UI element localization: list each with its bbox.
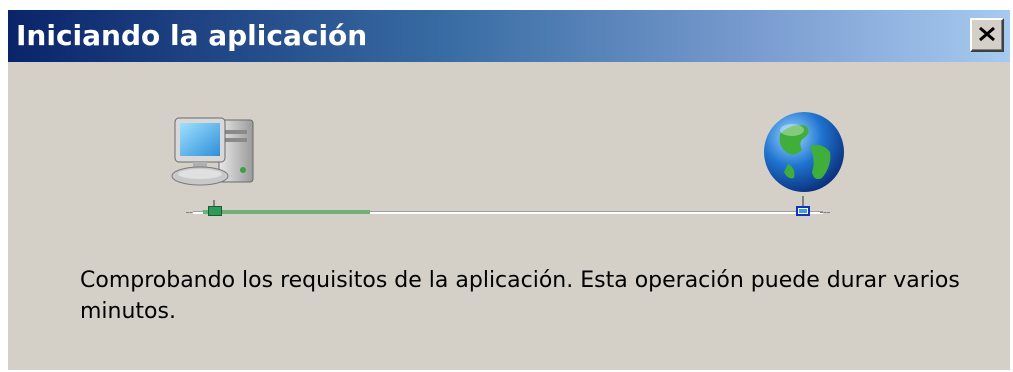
title-bar[interactable]: Iniciando la aplicación	[8, 10, 1010, 62]
close-icon	[979, 27, 995, 41]
close-button[interactable]	[970, 18, 1004, 52]
computer-icon	[171, 117, 254, 186]
status-message: Comprobando los requisitos de la aplicac…	[80, 268, 960, 324]
startup-dialog: Iniciando la aplicación Comprobando los …	[6, 8, 1010, 370]
source-node	[208, 206, 222, 216]
window-title: Iniciando la aplicación	[16, 19, 368, 52]
progress-fill	[203, 210, 370, 214]
line-end-dash	[820, 212, 830, 214]
destination-node-fill	[799, 209, 807, 213]
globe-icon	[764, 112, 844, 192]
